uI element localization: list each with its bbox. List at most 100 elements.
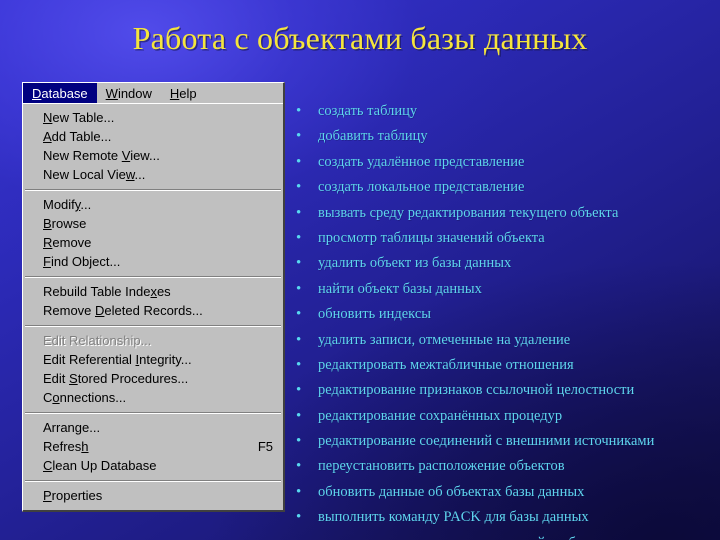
menu-item-label: New Remote View...	[43, 148, 160, 163]
menubar-item-help[interactable]: Help	[161, 83, 206, 103]
menubar-item-mnemonic: H	[169, 85, 180, 101]
list-item: • редактирование признаков ссылочной цело…	[296, 383, 708, 408]
menu-item-label: Find Object...	[43, 254, 121, 269]
menu-group: Modify... Browse Remove Find Object...	[23, 194, 283, 273]
menu-item-label: New Table...	[43, 110, 115, 125]
menu-item-add-table[interactable]: Add Table...	[23, 127, 283, 146]
menu-item-label: New Local View...	[43, 167, 146, 182]
bullet-icon: •	[296, 204, 302, 221]
menu-separator	[25, 412, 281, 414]
list-item: • обновить индексы	[296, 307, 708, 332]
menu-separator	[25, 480, 281, 482]
list-item: • создать удалённое представление	[296, 154, 708, 180]
list-item: • обновить данные об объектах базы данных	[296, 483, 708, 510]
menubar-item-label: atabase	[41, 85, 88, 101]
menu-item-modify[interactable]: Modify...	[23, 195, 283, 214]
menu-item-label: Clean Up Database	[43, 458, 157, 473]
list-item: • просмотр таблицы значений объекта	[296, 229, 708, 256]
menu-group: Rebuild Table Indexes Remove Deleted Reco…	[23, 281, 283, 322]
menu-item-properties[interactable]: Properties	[23, 486, 283, 505]
bullet-icon: •	[296, 128, 302, 145]
menu-item-label: Edit Relationship...	[43, 333, 152, 348]
menu-item-label: Edit Referential Integrity...	[43, 352, 192, 367]
menubar-item-mnemonic: D	[32, 85, 42, 101]
menu-item-label: Refresh	[43, 439, 89, 454]
bullet-icon: •	[296, 179, 302, 196]
menu-group: Arrange... Refresh F5 Clean Up Database	[23, 417, 283, 477]
menu-item-mnemonic: g	[74, 420, 83, 435]
menu-item-label: Properties	[43, 488, 103, 503]
list-item-label: обновить индексы	[318, 306, 432, 323]
menu-item-label: Connections...	[43, 390, 127, 405]
list-item-label: редактирование соединений с внешними ист…	[318, 433, 655, 450]
bullet-icon: •	[296, 356, 302, 373]
menu-item-mnemonic: N	[43, 110, 53, 125]
bullet-icon: •	[296, 103, 302, 119]
menu-item-clean-up-database[interactable]: Clean Up Database	[23, 456, 283, 475]
menu-item-remove[interactable]: Remove	[23, 233, 283, 252]
menu-item-mnemonic: S	[69, 371, 78, 386]
list-item: • редактировать межтабличные отношения	[296, 356, 708, 383]
bullet-icon: •	[296, 229, 302, 246]
menubar-item-label: indow	[117, 85, 152, 101]
menu-separator	[25, 276, 281, 278]
menu-item-label: Remove Deleted Records...	[43, 303, 203, 318]
menu-item-new-table[interactable]: New Table...	[23, 108, 283, 127]
list-item-label: создать таблицу	[318, 103, 418, 119]
menubar-item-window[interactable]: Window	[97, 83, 161, 103]
menu-item-label: Browse	[43, 216, 87, 231]
bullet-icon: •	[296, 483, 302, 500]
menu-item-rebuild-table-indexes[interactable]: Rebuild Table Indexes	[23, 282, 283, 301]
menu-separator	[25, 325, 281, 327]
menu-item-arrange[interactable]: Arrange...	[23, 418, 283, 437]
list-item-label: выполнить команду PACK для базы данных	[318, 509, 589, 526]
menubar-item-database[interactable]: Database	[23, 83, 97, 103]
menu-item-browse[interactable]: Browse	[23, 214, 283, 233]
menu-item-mnemonic: D	[95, 303, 105, 318]
menu-item-connections[interactable]: Connections...	[23, 388, 283, 407]
menu-item-mnemonic: R	[43, 235, 53, 250]
list-item: • редактирование соединений с внешними ис…	[296, 434, 708, 459]
bullet-icon: •	[296, 331, 302, 348]
menu-item-find-object[interactable]: Find Object...	[23, 252, 283, 271]
bullet-icon: •	[296, 509, 302, 526]
menu-item-mnemonic: A	[43, 129, 52, 144]
menu-item-edit-referential-integrity[interactable]: Edit Referential Integrity...	[23, 350, 283, 369]
list-item: • найти объект базы данных	[296, 280, 708, 307]
menu-group: Edit Relationship... Edit Referential Int…	[23, 330, 283, 409]
menu-group: New Table... Add Table... New Remote View.…	[23, 107, 283, 186]
menu-item-new-local-view[interactable]: New Local View...	[23, 165, 283, 184]
menu-item-new-remote-view[interactable]: New Remote View...	[23, 146, 283, 165]
menu-item-edit-stored-procedures[interactable]: Edit Stored Procedures...	[23, 369, 283, 388]
page-title: Работа с объектами базы данных	[132, 20, 588, 56]
menu-item-mnemonic: h	[81, 439, 89, 454]
list-item-label: редактировать межтабличные отношения	[318, 356, 574, 373]
list-item-label: редактирование сохранённых процедур	[318, 407, 563, 424]
list-item-label: переустановить расположение объектов	[318, 458, 565, 475]
menu-bar: Database Window Help	[23, 83, 283, 104]
list-item: • создать локальное представление	[296, 180, 708, 205]
bullet-icon: •	[296, 280, 302, 297]
bullet-icon: •	[296, 306, 302, 323]
menu-item-edit-relationship: Edit Relationship...	[23, 331, 283, 350]
database-menu-window: Database Window Help New Table... Add Table…	[22, 82, 285, 512]
bullet-icon: •	[296, 458, 302, 475]
menu-group: Properties	[23, 485, 283, 507]
list-item: • редактирование сохранённых процедур	[296, 407, 708, 434]
menu-item-mnemonic: V	[121, 148, 131, 163]
menubar-item-label: elp	[179, 85, 197, 101]
menu-item-mnemonic: w	[125, 167, 135, 182]
list-item: • создать таблицу	[296, 104, 708, 129]
list-item: • вызвать среду редактирования текущего о…	[296, 204, 708, 231]
bullet-icon: •	[296, 407, 302, 424]
list-item-label: создать локальное представление	[318, 179, 525, 196]
database-dropdown-menu: New Table... Add Table... New Remote View.…	[23, 104, 283, 510]
menu-item-refresh[interactable]: Refresh F5	[23, 437, 283, 456]
menu-item-remove-deleted-records[interactable]: Remove Deleted Records...	[23, 301, 283, 320]
menu-item-mnemonic: F	[43, 254, 51, 269]
menu-item-label: Remove	[43, 235, 92, 250]
menu-item-mnemonic: P	[43, 488, 52, 503]
menu-item-mnemonic: C	[43, 458, 53, 473]
menu-item-label: Add Table...	[43, 129, 112, 144]
menu-separator	[25, 189, 281, 191]
